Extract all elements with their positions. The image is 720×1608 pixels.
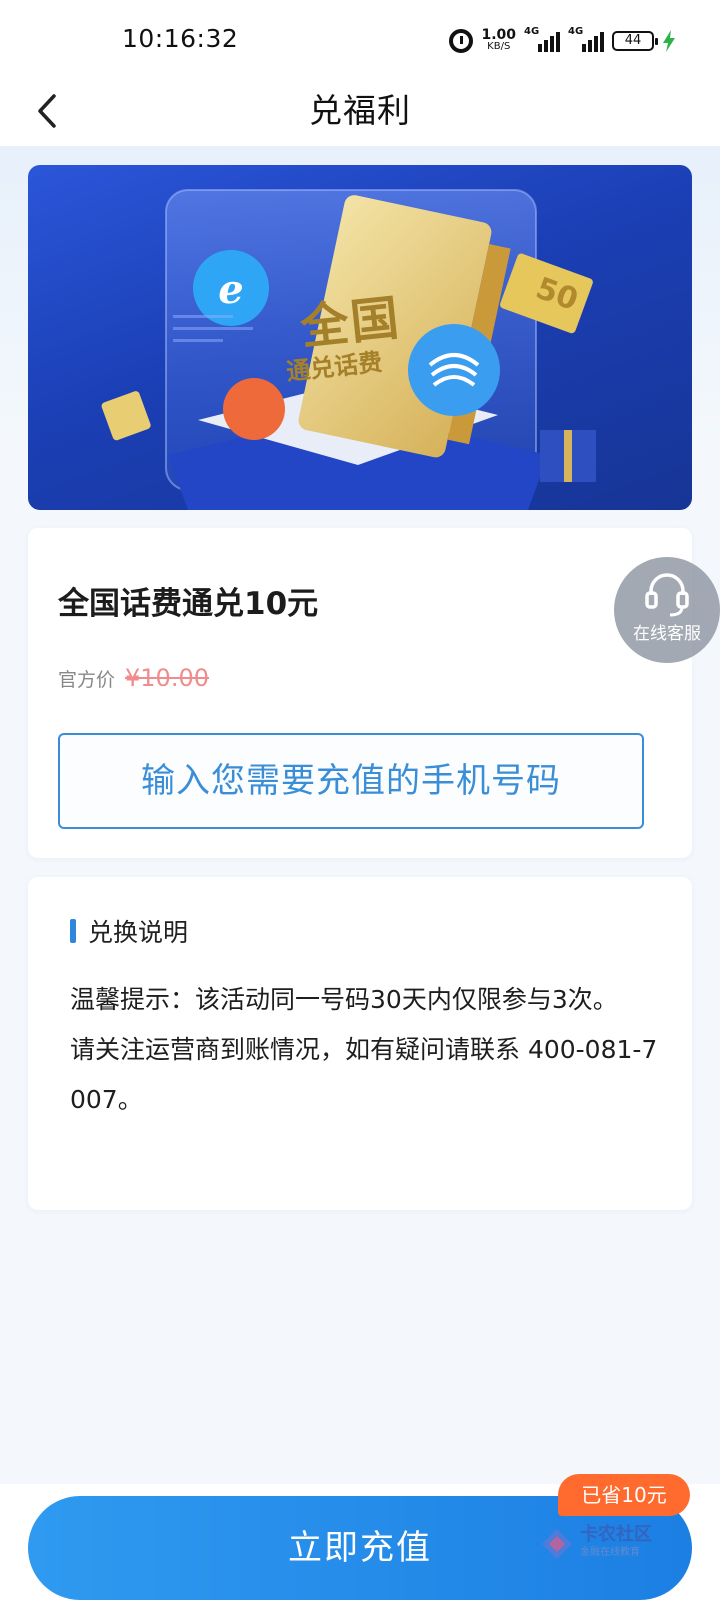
customer-service-label: 在线客服 — [633, 624, 701, 644]
instructions-text: 温馨提示：该活动同一号码30天内仅限参与3次。 请关注运营商到账情况，如有疑问请… — [70, 975, 660, 1125]
svg-text:ℯ: ℯ — [218, 267, 243, 313]
customer-service-button[interactable]: 在线客服 — [614, 557, 720, 663]
watermark: 卡农社区 金融在线教育 — [540, 1522, 670, 1566]
product-title: 全国话费通兑10元 — [58, 586, 319, 622]
instructions-line-1: 温馨提示：该活动同一号码30天内仅限参与3次。 — [70, 985, 618, 1014]
alarm-icon — [449, 29, 474, 53]
watermark-main: 卡农社区 — [580, 1524, 652, 1545]
signal-icon-2: 4G — [568, 26, 604, 52]
status-time: 10:16:32 — [122, 24, 239, 53]
section-accent-bar — [70, 919, 76, 943]
status-icons: 1.00 KB/S 4G 4G 44 — [449, 26, 676, 56]
section-title: 兑换说明 — [88, 918, 189, 947]
signal-tag-2: 4G — [568, 26, 584, 37]
product-card: 全国话费通兑10元 官方价 ¥10.00 输入您需要充值的手机号码 — [28, 528, 692, 858]
instructions-card: 兑换说明 温馨提示：该活动同一号码30天内仅限参与3次。 请关注运营商到账情况，… — [28, 877, 692, 1210]
watermark-sub: 金融在线教育 — [580, 1547, 640, 1558]
charging-bolt-icon — [663, 30, 675, 52]
watermark-text: 卡农社区 金融在线教育 — [580, 1526, 652, 1562]
original-price: ¥10.00 — [125, 664, 209, 692]
saved-badge: 已省10元 — [558, 1474, 690, 1516]
nav-bar: 兑福利 — [0, 80, 720, 146]
headset-icon — [645, 573, 689, 617]
network-speed-unit: KB/S — [487, 41, 511, 52]
status-bar: 10:16:32 1.00 KB/S 4G 4G 44 — [0, 0, 720, 80]
instructions-line-2: 请关注运营商到账情况，如有疑问请联系 400-081-7007。 — [70, 1035, 658, 1114]
price-label: 官方价 — [58, 669, 116, 691]
page-title: 兑福利 — [309, 91, 411, 130]
network-speed: 1.00 KB/S — [481, 27, 516, 52]
battery-icon: 44 — [612, 31, 658, 51]
network-speed-value: 1.00 — [481, 27, 516, 43]
price-row: 官方价 ¥10.00 — [58, 664, 209, 692]
watermark-logo-icon — [542, 1529, 572, 1559]
section-heading: 兑换说明 — [70, 913, 188, 949]
promo-banner: ℯ 全国 通兑话费 50 — [28, 165, 692, 510]
phone-number-input[interactable]: 输入您需要充值的手机号码 — [58, 733, 644, 829]
signal-tag: 4G — [524, 26, 540, 37]
signal-icon: 4G — [524, 26, 560, 52]
